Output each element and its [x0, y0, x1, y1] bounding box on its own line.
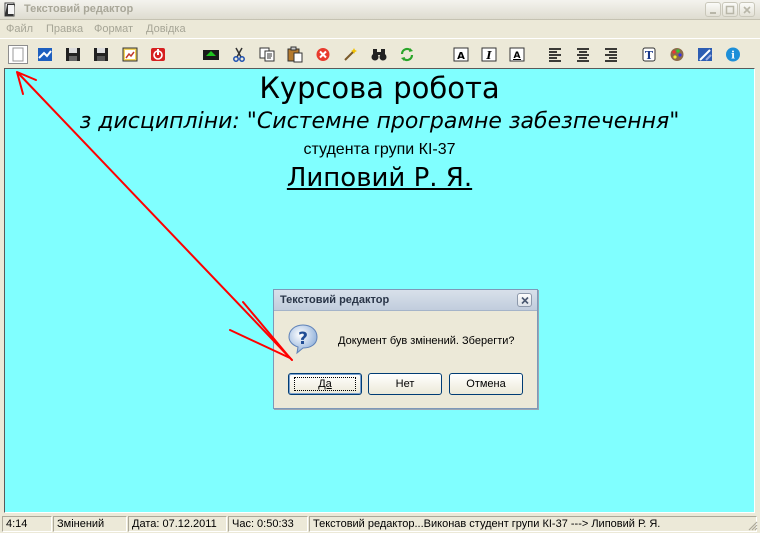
italic-button[interactable]: I [479, 45, 499, 64]
align-left-button[interactable] [545, 45, 565, 64]
refresh-icon [400, 47, 414, 62]
minimize-button[interactable] [705, 2, 721, 17]
status-date: Дата: 07.12.2011 [128, 516, 227, 532]
palette-icon [670, 48, 684, 61]
maximize-icon [725, 5, 735, 15]
cut-button[interactable] [229, 45, 249, 64]
svg-text:?: ? [298, 329, 308, 349]
maximize-button[interactable] [722, 2, 738, 17]
save-prompt-dialog: Текстовий редактор ? Документ був змінен… [273, 289, 538, 409]
letter-i-italic-icon: I [481, 47, 497, 62]
align-right-button[interactable] [601, 45, 621, 64]
floppy-disk-icon [66, 48, 80, 61]
paint-bucket-icon [698, 48, 712, 61]
menu-file[interactable]: Файл [6, 23, 33, 35]
background-button[interactable] [695, 45, 715, 64]
dialog-message: Документ був змінений. Зберегти? [338, 335, 515, 347]
no-button-label: Нет [395, 378, 415, 390]
svg-text:A: A [457, 51, 465, 62]
print-preview-button[interactable] [120, 45, 140, 64]
find-button[interactable] [369, 45, 389, 64]
scissors-icon [233, 47, 245, 62]
status-bar: 4:14 Змінений Дата: 07.12.2011 Час: 0:50… [0, 514, 760, 533]
bold-button[interactable]: A [451, 45, 471, 64]
window-title: Текстовий редактор [24, 3, 134, 15]
undo-button[interactable] [201, 45, 221, 64]
select-all-button[interactable] [341, 45, 361, 64]
doc-subject-prefix: з дисципліни [79, 109, 233, 134]
doc-subject-name: : "Системне програмне забезпечення" [232, 109, 680, 134]
paste-icon [287, 46, 303, 63]
minimize-icon [710, 12, 716, 14]
replace-button[interactable] [397, 45, 417, 64]
question-icon: ? [288, 324, 318, 355]
info-icon: i [726, 47, 740, 62]
exit-button[interactable] [148, 45, 168, 64]
binoculars-icon [371, 49, 387, 61]
align-center-button[interactable] [573, 45, 593, 64]
doc-group-line: студента групи КІ-37 [303, 141, 456, 158]
red-cross-icon [316, 48, 330, 61]
menu-help[interactable]: Довідка [146, 23, 186, 35]
about-button[interactable]: i [723, 45, 743, 64]
copy-icon [259, 47, 275, 62]
underline-button[interactable]: A [507, 45, 527, 64]
align-center-icon [577, 48, 589, 62]
close-icon [743, 6, 751, 14]
floppy-disk-icon [94, 48, 108, 61]
copy-button[interactable] [257, 45, 277, 64]
status-info: Текстовий редактор...Виконав студент гру… [309, 516, 757, 532]
menu-edit[interactable]: Правка [46, 23, 83, 35]
align-right-icon [605, 48, 617, 62]
app-icon [4, 2, 15, 17]
yes-button-label: Да [294, 377, 356, 391]
paste-button[interactable] [285, 45, 305, 64]
blank-page-icon [12, 47, 24, 62]
delete-button[interactable] [313, 45, 333, 64]
title-bar: Текстовий редактор [0, 0, 760, 20]
letter-a-bold-icon: A [453, 47, 469, 62]
picture-icon [122, 47, 138, 62]
green-arrow-icon [203, 50, 219, 60]
status-cursor-position: 4:14 [2, 516, 52, 532]
dialog-title-bar: Текстовий редактор [274, 290, 537, 311]
save-as-button[interactable] [91, 45, 111, 64]
svg-text:I: I [485, 49, 492, 62]
cancel-button-label: Отмена [466, 378, 506, 390]
doc-title-line: Курсова робота [259, 71, 500, 105]
menu-bar: Файл Правка Формат Довідка [0, 20, 760, 39]
open-button[interactable] [35, 45, 55, 64]
font-button[interactable]: T [639, 45, 659, 64]
open-folder-icon [38, 48, 52, 61]
toolbar: A I A T i [0, 40, 760, 68]
doc-author-line: Липовий Р. Я. [286, 163, 473, 193]
resize-grip-icon[interactable] [746, 519, 758, 531]
power-icon [151, 48, 165, 61]
status-time: Час: 0:50:33 [228, 516, 308, 532]
svg-text:T: T [645, 49, 654, 62]
dialog-close-button[interactable] [517, 293, 532, 307]
yes-button[interactable]: Да [288, 373, 362, 395]
close-button[interactable] [739, 2, 755, 17]
letter-a-underline-icon: A [509, 47, 525, 62]
doc-subject-line: з дисципліни: "Системне програмне забезп… [5, 109, 754, 134]
status-modified: Змінений [53, 516, 127, 532]
new-document-button[interactable] [8, 45, 28, 64]
font-icon: T [642, 47, 656, 62]
svg-text:i: i [731, 51, 735, 62]
dialog-title: Текстовий редактор [280, 294, 390, 306]
color-button[interactable] [667, 45, 687, 64]
menu-format[interactable]: Формат [94, 23, 133, 35]
no-button[interactable]: Нет [368, 373, 442, 395]
wand-icon [344, 48, 357, 61]
cancel-button[interactable]: Отмена [449, 373, 523, 395]
close-icon [521, 296, 529, 305]
align-left-icon [549, 48, 561, 62]
save-button[interactable] [63, 45, 83, 64]
